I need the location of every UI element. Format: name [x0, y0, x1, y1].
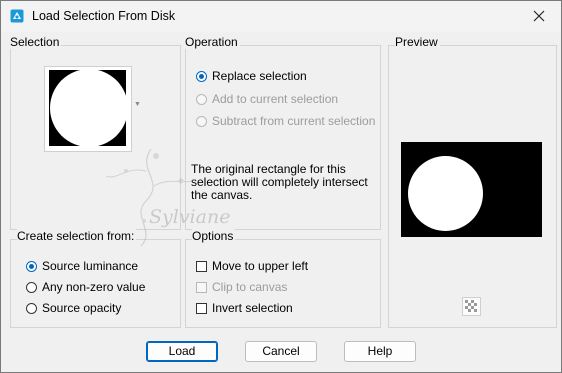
- window-title: Load Selection From Disk: [32, 9, 176, 23]
- selection-thumbnail: [44, 66, 132, 152]
- preview-group: Preview: [388, 35, 557, 328]
- any-non-zero-radio[interactable]: Any non-zero value: [26, 278, 145, 296]
- add-to-selection-radio[interactable]: Add to current selection: [196, 90, 338, 108]
- subtract-from-selection-label: Subtract from current selection: [212, 114, 376, 128]
- source-opacity-label: Source opacity: [42, 301, 122, 315]
- options-group-title: Options: [192, 229, 236, 243]
- move-to-upper-left-checkbox[interactable]: Move to upper left: [196, 257, 308, 275]
- load-button[interactable]: Load: [146, 341, 218, 362]
- preview-image: [401, 142, 542, 237]
- source-luminance-radio[interactable]: Source luminance: [26, 257, 138, 275]
- preview-circle: [408, 156, 483, 231]
- subtract-from-selection-radio[interactable]: Subtract from current selection: [196, 112, 375, 130]
- replace-selection-label: Replace selection: [212, 69, 307, 83]
- checkerboard-icon: [465, 300, 478, 313]
- any-non-zero-label: Any non-zero value: [42, 280, 146, 294]
- operation-group-title: Operation: [185, 35, 240, 49]
- radio-indicator: [196, 115, 207, 127]
- source-luminance-label: Source luminance: [42, 259, 139, 273]
- watermark-text: Sylviane: [149, 206, 231, 228]
- radio-indicator: [26, 302, 37, 314]
- radio-indicator: [196, 93, 207, 105]
- clip-to-canvas-checkbox[interactable]: Clip to canvas: [196, 278, 287, 296]
- operation-info-text: The original rectangle for this selectio…: [191, 162, 368, 202]
- invert-selection-checkbox[interactable]: Invert selection: [196, 299, 293, 317]
- selection-group: Selection ▼: [10, 35, 181, 230]
- checkbox-indicator: [196, 302, 207, 314]
- checkbox-indicator: [196, 281, 207, 293]
- title-bar: Load Selection From Disk: [1, 1, 561, 32]
- close-button[interactable]: [517, 1, 561, 32]
- checkerboard-button[interactable]: [462, 297, 481, 316]
- replace-selection-radio[interactable]: Replace selection: [196, 67, 307, 85]
- radio-indicator: [196, 70, 207, 82]
- move-to-upper-left-label: Move to upper left: [212, 259, 309, 273]
- invert-selection-label: Invert selection: [212, 301, 293, 315]
- close-icon: [533, 10, 545, 22]
- radio-indicator: [26, 281, 37, 293]
- radio-indicator: [26, 260, 37, 272]
- app-icon: [10, 9, 24, 23]
- cancel-button[interactable]: Cancel: [245, 341, 317, 362]
- source-opacity-radio[interactable]: Source opacity: [26, 299, 121, 317]
- preview-group-title: Preview: [395, 35, 440, 49]
- selection-group-title: Selection: [10, 35, 62, 49]
- clip-to-canvas-label: Clip to canvas: [212, 280, 288, 294]
- create-selection-group-title: Create selection from:: [17, 229, 137, 243]
- help-button[interactable]: Help: [344, 341, 416, 362]
- selection-circle: [50, 69, 128, 147]
- dialog-window: Load Selection From Disk Selection ▼ Ope…: [0, 0, 562, 373]
- thumbnail-dropdown-arrow[interactable]: ▼: [134, 101, 141, 108]
- add-to-selection-label: Add to current selection: [212, 92, 339, 106]
- checkbox-indicator: [196, 260, 207, 272]
